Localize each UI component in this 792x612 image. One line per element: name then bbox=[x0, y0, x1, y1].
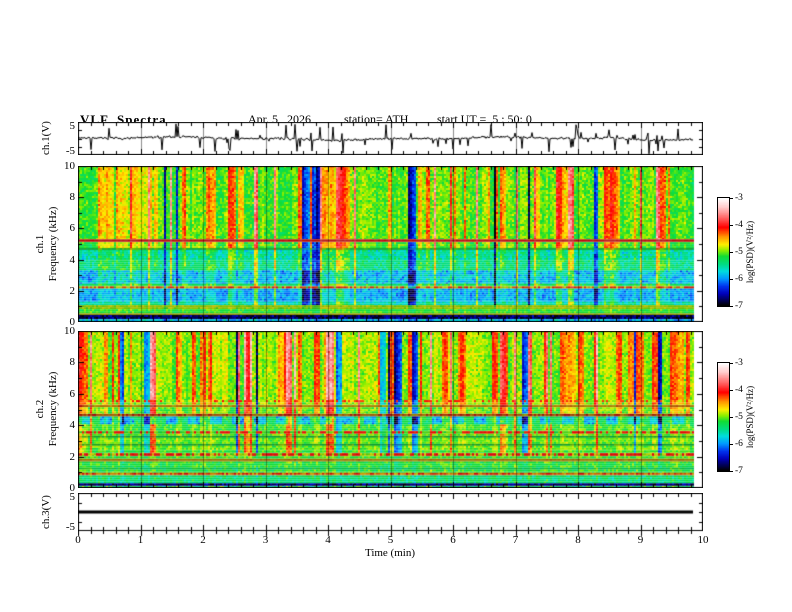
ch2spec-ytick-0: 0 bbox=[69, 482, 76, 494]
colorbar0-tick--5: -5 bbox=[735, 247, 743, 257]
colorbar-ch2-label: log(PSD)(V²/Hz) bbox=[745, 385, 755, 449]
colorbar-ch1 bbox=[717, 197, 730, 307]
xtick-10: 10 bbox=[697, 534, 709, 546]
colorbar0-tickmark--5 bbox=[729, 252, 733, 253]
colorbar0-tick--7: -7 bbox=[735, 301, 743, 311]
xtick-6: 6 bbox=[450, 534, 456, 546]
ch1spec-ytick-6: 6 bbox=[69, 222, 76, 235]
xtick-4: 4 bbox=[325, 534, 331, 546]
colorbar0-tickmark--6 bbox=[729, 279, 733, 280]
colorbar1-tick--5: -5 bbox=[735, 412, 743, 422]
colorbar0-tickmark--3 bbox=[729, 198, 733, 199]
ch2spec-ytick-8: 8 bbox=[69, 356, 76, 369]
xtick-9: 9 bbox=[637, 534, 644, 546]
xtick-7: 7 bbox=[512, 534, 519, 546]
ch2spec-ytick-4: 4 bbox=[69, 419, 76, 432]
xtick-8: 8 bbox=[575, 534, 581, 546]
colorbar1-tickmark--5 bbox=[729, 417, 733, 418]
x-axis-label: Time (min) bbox=[364, 547, 415, 559]
ch1-axis-label: ch.1 bbox=[34, 234, 46, 254]
colorbar1-tick--7: -7 bbox=[735, 466, 743, 476]
ch2spec-ytick-2: 2 bbox=[69, 450, 76, 463]
vlf-spectra-plot: VLF Spectra Apr. 5 , 2026 station= ATH s… bbox=[0, 0, 792, 612]
ch1-spectrogram bbox=[78, 166, 703, 322]
colorbar1-tick--6: -6 bbox=[735, 439, 743, 449]
ch2-axis-label: ch.2 bbox=[34, 399, 46, 419]
ch1spec-ytick-4: 4 bbox=[69, 253, 76, 266]
xtick-0: 0 bbox=[75, 534, 81, 546]
ch1-frequency-axis-label: Frequency (kHz) bbox=[47, 206, 59, 282]
ch3-waveform-panel bbox=[78, 493, 703, 539]
ch1-waveform-panel bbox=[78, 122, 703, 155]
colorbar1-tick--3: -3 bbox=[735, 358, 743, 368]
colorbar0-tick--4: -4 bbox=[735, 220, 743, 230]
xtick-1: 1 bbox=[137, 534, 144, 546]
ch1-ytick-5: 5 bbox=[69, 120, 76, 132]
xtick-3: 3 bbox=[262, 534, 269, 546]
ch2spec-ytick-10: 10 bbox=[64, 325, 75, 337]
colorbar0-tickmark--4 bbox=[729, 225, 733, 226]
colorbar1-tick--4: -4 bbox=[735, 385, 743, 395]
colorbar0-tick--3: -3 bbox=[735, 193, 743, 203]
colorbar1-tickmark--3 bbox=[729, 363, 733, 364]
ch3-ytick--5: -5 bbox=[65, 521, 75, 533]
ch2-frequency-axis-label: Frequency (kHz) bbox=[47, 371, 59, 447]
ch1spec-ytick-2: 2 bbox=[69, 284, 76, 297]
ch1spec-ytick-10: 10 bbox=[64, 160, 75, 172]
colorbar1-tickmark--7 bbox=[729, 471, 733, 472]
ch1spec-ytick-8: 8 bbox=[69, 191, 76, 204]
ch1-ytick--5: -5 bbox=[65, 145, 75, 157]
colorbar0-tickmark--7 bbox=[729, 306, 733, 307]
colorbar0-tick--6: -6 bbox=[735, 274, 743, 284]
xtick-5: 5 bbox=[387, 534, 394, 546]
ch2-spectrogram bbox=[78, 331, 703, 488]
xtick-2: 2 bbox=[200, 534, 206, 546]
colorbar1-tickmark--6 bbox=[729, 444, 733, 445]
colorbar-ch1-label: log(PSD)(V²/Hz) bbox=[745, 220, 755, 284]
colorbar-ch2 bbox=[717, 362, 730, 472]
colorbar1-tickmark--4 bbox=[729, 390, 733, 391]
ch2spec-ytick-6: 6 bbox=[69, 387, 76, 400]
